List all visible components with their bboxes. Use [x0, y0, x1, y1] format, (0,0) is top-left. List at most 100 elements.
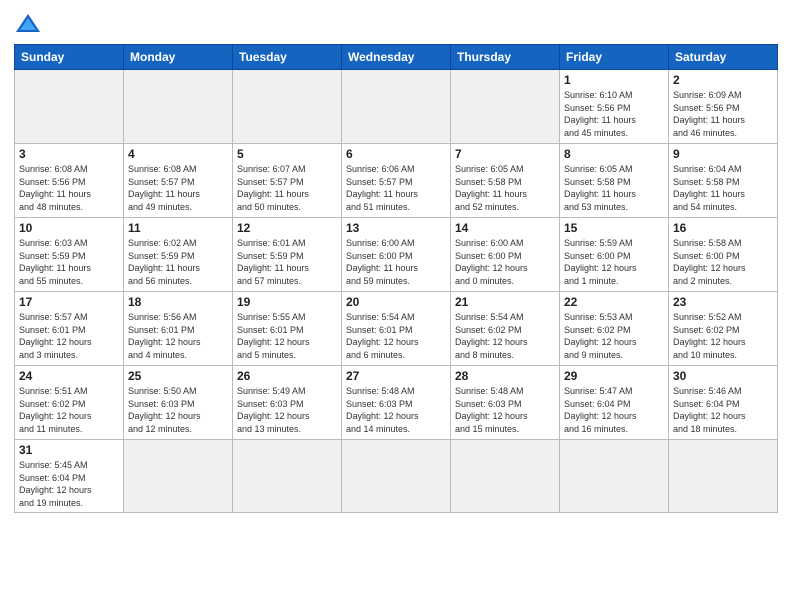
day-number: 17	[19, 295, 119, 309]
day-number: 9	[673, 147, 773, 161]
day-number: 11	[128, 221, 228, 235]
calendar-cell: 9 Sunrise: 6:04 AM Sunset: 5:58 PM Daylig…	[669, 144, 778, 218]
calendar-header-wednesday: Wednesday	[342, 45, 451, 70]
calendar-cell: 15Sunrise: 5:59 AM Sunset: 6:00 PM Dayli…	[560, 218, 669, 292]
calendar-cell: 5 Sunrise: 6:07 AM Sunset: 5:57 PM Daylig…	[233, 144, 342, 218]
day-number: 29	[564, 369, 664, 383]
calendar-cell: 16Sunrise: 5:58 AM Sunset: 6:00 PM Dayli…	[669, 218, 778, 292]
day-info: Sunrise: 6:04 AM Sunset: 5:58 PM Dayligh…	[673, 163, 773, 213]
day-info: Sunrise: 5:48 AM Sunset: 6:03 PM Dayligh…	[346, 385, 446, 435]
calendar-cell	[451, 70, 560, 144]
calendar-cell: 2Sunrise: 6:09 AM Sunset: 5:56 PM Daylig…	[669, 70, 778, 144]
day-info: Sunrise: 5:54 AM Sunset: 6:02 PM Dayligh…	[455, 311, 555, 361]
calendar-header-monday: Monday	[124, 45, 233, 70]
header	[14, 10, 778, 38]
day-number: 3	[19, 147, 119, 161]
calendar-cell: 14 Sunrise: 6:00 AM Sunset: 6:00 PM Dayli…	[451, 218, 560, 292]
day-number: 18	[128, 295, 228, 309]
day-number: 14	[455, 221, 555, 235]
day-info: Sunrise: 6:09 AM Sunset: 5:56 PM Dayligh…	[673, 89, 773, 139]
day-number: 27	[346, 369, 446, 383]
day-number: 5	[237, 147, 337, 161]
calendar-week-row: 31Sunrise: 5:45 AM Sunset: 6:04 PM Dayli…	[15, 440, 778, 513]
day-number: 1	[564, 73, 664, 87]
calendar-cell: 25 Sunrise: 5:50 AM Sunset: 6:03 PM Dayli…	[124, 366, 233, 440]
calendar-week-row: 3 Sunrise: 6:08 AM Sunset: 5:56 PM Daylig…	[15, 144, 778, 218]
calendar-cell: 18 Sunrise: 5:56 AM Sunset: 6:01 PM Dayli…	[124, 292, 233, 366]
calendar-cell	[233, 440, 342, 513]
calendar-cell	[233, 70, 342, 144]
calendar-cell	[15, 70, 124, 144]
day-info: Sunrise: 6:03 AM Sunset: 5:59 PM Dayligh…	[19, 237, 119, 287]
calendar-cell: 30Sunrise: 5:46 AM Sunset: 6:04 PM Dayli…	[669, 366, 778, 440]
calendar-cell: 3 Sunrise: 6:08 AM Sunset: 5:56 PM Daylig…	[15, 144, 124, 218]
day-info: Sunrise: 5:56 AM Sunset: 6:01 PM Dayligh…	[128, 311, 228, 361]
day-number: 6	[346, 147, 446, 161]
calendar-cell: 10Sunrise: 6:03 AM Sunset: 5:59 PM Dayli…	[15, 218, 124, 292]
day-number: 26	[237, 369, 337, 383]
calendar-cell: 28 Sunrise: 5:48 AM Sunset: 6:03 PM Dayli…	[451, 366, 560, 440]
calendar-cell	[451, 440, 560, 513]
logo-icon	[14, 10, 42, 38]
day-info: Sunrise: 6:06 AM Sunset: 5:57 PM Dayligh…	[346, 163, 446, 213]
calendar-week-row: 24 Sunrise: 5:51 AM Sunset: 6:02 PM Dayli…	[15, 366, 778, 440]
day-info: Sunrise: 5:55 AM Sunset: 6:01 PM Dayligh…	[237, 311, 337, 361]
calendar-cell	[560, 440, 669, 513]
day-number: 30	[673, 369, 773, 383]
calendar-cell: 13 Sunrise: 6:00 AM Sunset: 6:00 PM Dayli…	[342, 218, 451, 292]
day-info: Sunrise: 6:07 AM Sunset: 5:57 PM Dayligh…	[237, 163, 337, 213]
day-info: Sunrise: 6:00 AM Sunset: 6:00 PM Dayligh…	[455, 237, 555, 287]
day-info: Sunrise: 6:01 AM Sunset: 5:59 PM Dayligh…	[237, 237, 337, 287]
day-number: 20	[346, 295, 446, 309]
calendar-cell	[342, 70, 451, 144]
day-info: Sunrise: 5:52 AM Sunset: 6:02 PM Dayligh…	[673, 311, 773, 361]
calendar-page: SundayMondayTuesdayWednesdayThursdayFrid…	[0, 0, 792, 612]
day-number: 28	[455, 369, 555, 383]
day-number: 7	[455, 147, 555, 161]
day-number: 23	[673, 295, 773, 309]
day-number: 4	[128, 147, 228, 161]
calendar-cell: 21 Sunrise: 5:54 AM Sunset: 6:02 PM Dayli…	[451, 292, 560, 366]
calendar-cell: 31Sunrise: 5:45 AM Sunset: 6:04 PM Dayli…	[15, 440, 124, 513]
calendar-header-sunday: Sunday	[15, 45, 124, 70]
calendar-week-row: 10Sunrise: 6:03 AM Sunset: 5:59 PM Dayli…	[15, 218, 778, 292]
day-info: Sunrise: 6:08 AM Sunset: 5:56 PM Dayligh…	[19, 163, 119, 213]
calendar-cell: 22Sunrise: 5:53 AM Sunset: 6:02 PM Dayli…	[560, 292, 669, 366]
calendar-header-saturday: Saturday	[669, 45, 778, 70]
day-info: Sunrise: 6:02 AM Sunset: 5:59 PM Dayligh…	[128, 237, 228, 287]
calendar-cell	[124, 70, 233, 144]
day-number: 15	[564, 221, 664, 235]
day-number: 19	[237, 295, 337, 309]
day-info: Sunrise: 6:00 AM Sunset: 6:00 PM Dayligh…	[346, 237, 446, 287]
day-number: 21	[455, 295, 555, 309]
day-number: 13	[346, 221, 446, 235]
day-info: Sunrise: 5:51 AM Sunset: 6:02 PM Dayligh…	[19, 385, 119, 435]
day-info: Sunrise: 5:49 AM Sunset: 6:03 PM Dayligh…	[237, 385, 337, 435]
calendar-cell: 6 Sunrise: 6:06 AM Sunset: 5:57 PM Daylig…	[342, 144, 451, 218]
calendar-cell: 23 Sunrise: 5:52 AM Sunset: 6:02 PM Dayli…	[669, 292, 778, 366]
calendar-header-tuesday: Tuesday	[233, 45, 342, 70]
day-info: Sunrise: 5:45 AM Sunset: 6:04 PM Dayligh…	[19, 459, 119, 509]
calendar-cell: 27 Sunrise: 5:48 AM Sunset: 6:03 PM Dayli…	[342, 366, 451, 440]
calendar-cell: 7Sunrise: 6:05 AM Sunset: 5:58 PM Daylig…	[451, 144, 560, 218]
day-info: Sunrise: 6:10 AM Sunset: 5:56 PM Dayligh…	[564, 89, 664, 139]
day-info: Sunrise: 5:48 AM Sunset: 6:03 PM Dayligh…	[455, 385, 555, 435]
calendar-week-row: 1 Sunrise: 6:10 AM Sunset: 5:56 PM Daylig…	[15, 70, 778, 144]
day-info: Sunrise: 6:08 AM Sunset: 5:57 PM Dayligh…	[128, 163, 228, 213]
logo	[14, 10, 46, 38]
day-number: 25	[128, 369, 228, 383]
calendar-week-row: 17Sunrise: 5:57 AM Sunset: 6:01 PM Dayli…	[15, 292, 778, 366]
day-number: 24	[19, 369, 119, 383]
day-number: 16	[673, 221, 773, 235]
calendar-cell	[342, 440, 451, 513]
calendar-cell: 1 Sunrise: 6:10 AM Sunset: 5:56 PM Daylig…	[560, 70, 669, 144]
calendar-cell: 12Sunrise: 6:01 AM Sunset: 5:59 PM Dayli…	[233, 218, 342, 292]
calendar-cell	[124, 440, 233, 513]
day-info: Sunrise: 5:47 AM Sunset: 6:04 PM Dayligh…	[564, 385, 664, 435]
calendar-cell: 17Sunrise: 5:57 AM Sunset: 6:01 PM Dayli…	[15, 292, 124, 366]
calendar-header-friday: Friday	[560, 45, 669, 70]
day-info: Sunrise: 5:50 AM Sunset: 6:03 PM Dayligh…	[128, 385, 228, 435]
calendar-cell: 11 Sunrise: 6:02 AM Sunset: 5:59 PM Dayli…	[124, 218, 233, 292]
calendar-cell: 24 Sunrise: 5:51 AM Sunset: 6:02 PM Dayli…	[15, 366, 124, 440]
calendar-header-row: SundayMondayTuesdayWednesdayThursdayFrid…	[15, 45, 778, 70]
